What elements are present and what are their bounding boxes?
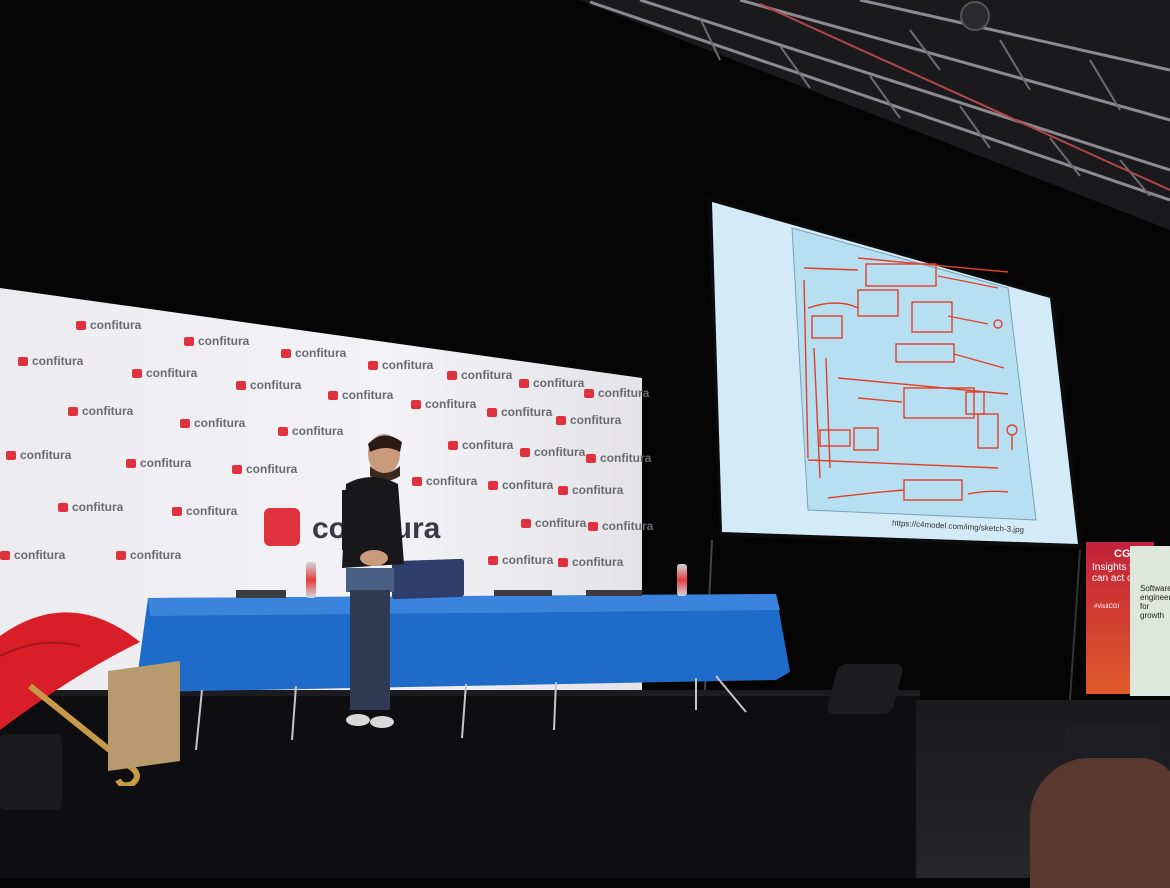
backdrop-logo: confitura [488,478,553,492]
stage-monitor-speaker [0,734,62,810]
brand-mark-icon [6,451,16,460]
backdrop-logo: confitura [18,354,83,368]
backdrop-logo: confitura [521,516,586,530]
brand-mark-icon [184,337,194,346]
brand-mark-icon [126,459,136,468]
backdrop-logo: confitura [236,378,301,392]
backdrop-logo: confitura [232,462,297,476]
brand-mark-icon [584,389,594,398]
brand-mark-icon [0,551,10,560]
backdrop-logo: confitura [556,413,621,427]
brand-mark-icon [172,507,182,516]
backdrop-logo: confitura [558,483,623,497]
brand-mark-icon [132,369,142,378]
backdrop-logo: confitura [281,346,346,360]
brand-mark-icon [521,519,531,528]
water-bottle [306,562,316,598]
brand-mark-icon [264,508,300,546]
brand-mark-icon [368,361,378,370]
sponsor-banner-secondary [1130,546,1170,696]
backdrop-logo: confitura [6,448,71,462]
backdrop-logo: confitura [58,500,123,514]
brand-mark-icon [586,454,596,463]
backdrop-logo: confitura [0,548,65,562]
projection-screen [708,198,1082,548]
brand-mark-icon [76,321,86,330]
backdrop-logo: confitura [447,368,512,382]
backdrop-logo: confitura [368,358,433,372]
brand-mark-icon [558,486,568,495]
brand-mark-icon [278,427,288,436]
brand-mark-icon [447,371,457,380]
backdrop-logo: confitura [448,438,513,452]
ceiling-truss [580,0,1170,230]
brand-mark-icon [328,391,338,400]
backdrop-logo: confitura [68,404,133,418]
stage-monitor-speaker [825,664,905,714]
brand-mark-icon [558,558,568,567]
water-bottle [677,564,687,596]
presenter-table [136,590,790,750]
backdrop-logo: confitura [172,504,237,518]
backdrop-logo: confitura [76,318,141,332]
backdrop-logo: confitura [586,451,651,465]
brand-mark-icon [520,448,530,457]
backdrop-logo: confitura [487,405,552,419]
backdrop-logo: confitura [488,553,553,567]
brand-mark-icon [556,416,566,425]
sponsor-secondary-text: Software engineering for growth [1140,584,1170,620]
brand-mark-icon [281,349,291,358]
brand-mark-icon [58,503,68,512]
brand-mark-icon [232,465,242,474]
brand-mark-icon [488,556,498,565]
backdrop-logo: confitura [180,416,245,430]
brand-mark-icon [236,381,246,390]
backdrop-logo: confitura [132,366,197,380]
backdrop-logo: confitura [519,376,584,390]
brand-mark-icon [588,522,598,531]
speaker-person [342,434,404,728]
backdrop-logo: confitura [520,445,585,459]
brand-mark-icon [411,400,421,409]
brand-mark-icon [519,379,529,388]
backdrop-logo: confitura [116,548,181,562]
backdrop-logo: confitura [588,519,653,533]
brand-mark-icon [488,481,498,490]
backdrop-logo: confitura [126,456,191,470]
conference-stage-scene: confitura confitura confitura confitura … [0,0,1170,888]
brand-mark-icon [116,551,126,560]
backdrop-logo: confitura [184,334,249,348]
backdrop-logo: confitura [328,388,393,402]
backdrop-logo: confitura [584,386,649,400]
cardboard-box [108,660,180,772]
backdrop-logo: confitura [411,397,476,411]
sponsor-hashtag: #VisitCGI [1094,604,1120,610]
brand-mark-icon [180,419,190,428]
brand-mark-icon [487,408,497,417]
brand-mark-icon [18,357,28,366]
brand-mark-icon [448,441,458,450]
brand-mark-icon [68,407,78,416]
audience-member [1030,758,1170,888]
backdrop-logo: confitura [558,555,623,569]
